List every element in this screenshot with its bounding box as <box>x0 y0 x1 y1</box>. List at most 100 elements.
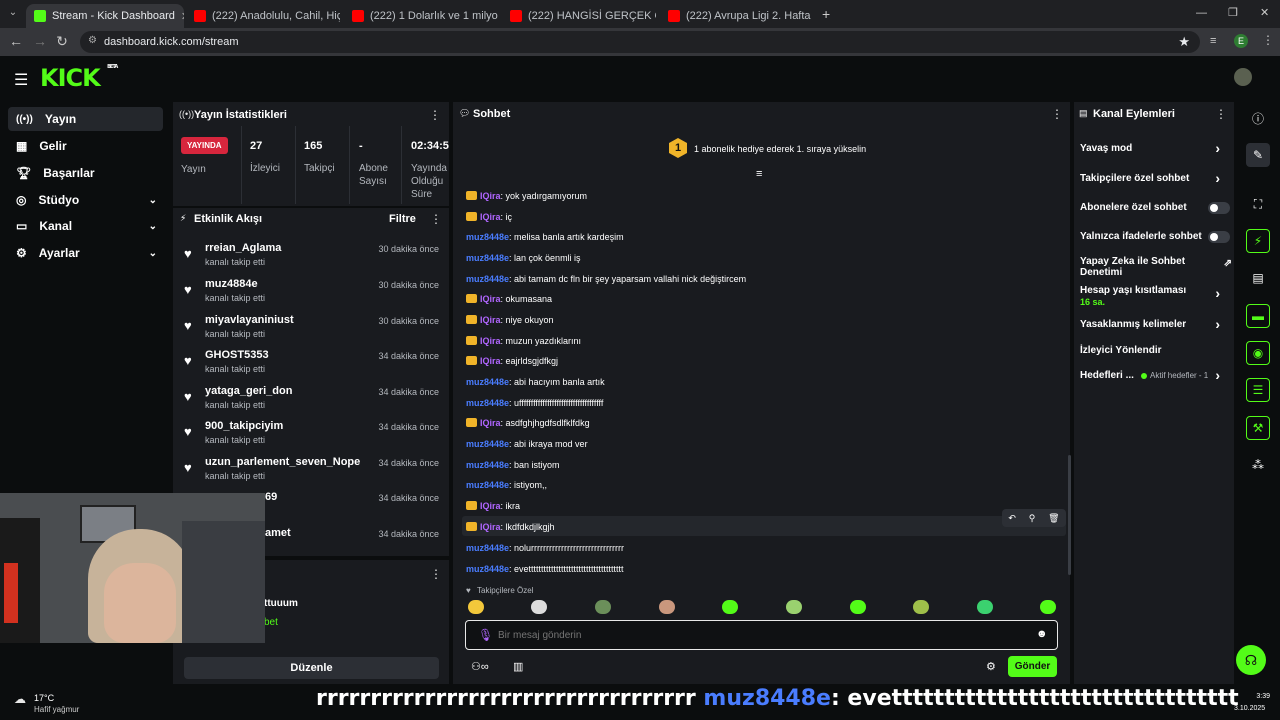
weather-temp[interactable]: 17°C <box>34 693 54 703</box>
chat-username[interactable]: muz8448e <box>466 543 509 553</box>
host-row[interactable]: İzleyici Yönlendir <box>1080 345 1230 356</box>
broadcast-icon[interactable]: ◉ <box>1246 341 1270 365</box>
more-options-icon[interactable]: ⋮ <box>429 108 441 122</box>
chat-username[interactable]: IQira <box>480 191 501 201</box>
activity-user[interactable]: yataga_geri_don <box>205 385 292 397</box>
browser-menu-icon[interactable]: ⋮ <box>1262 33 1274 47</box>
activity-user[interactable]: miyavlayaniniust <box>205 314 294 326</box>
emote-icon[interactable] <box>1040 600 1056 614</box>
activity-user[interactable]: GHOST5353 <box>205 349 269 361</box>
edit-icon[interactable]: ✎ <box>1246 143 1270 167</box>
emote-icon[interactable] <box>913 600 929 614</box>
subs-only-toggle[interactable] <box>1208 202 1230 214</box>
emote-icon[interactable] <box>468 600 484 614</box>
more-options-icon[interactable]: ⋮ <box>430 212 442 226</box>
more-options-icon[interactable]: ⋮ <box>1215 107 1227 121</box>
followers-only-row[interactable]: Takipçilere özel sohbet › <box>1080 170 1230 186</box>
chat-username[interactable]: IQira <box>480 294 501 304</box>
delete-icon[interactable]: 🗑︎ <box>1048 513 1059 524</box>
minimize-icon[interactable]: — <box>1196 7 1207 19</box>
chat-users-icon[interactable]: ⚇∞ <box>471 660 489 673</box>
chat-username[interactable]: IQira <box>480 522 501 532</box>
emoji-picker-icon[interactable]: ☻ <box>1036 628 1048 640</box>
chat-icon[interactable]: ▬ <box>1246 304 1270 328</box>
back-icon[interactable]: ← <box>4 33 28 49</box>
slow-mode-row[interactable]: Yavaş mod › <box>1080 140 1230 156</box>
activity-user[interactable]: 900_takipciyim <box>205 420 283 432</box>
chat-username[interactable]: muz8448e <box>466 564 509 574</box>
emote-icon[interactable] <box>850 600 866 614</box>
focus-icon[interactable]: ⛶ <box>1246 192 1270 216</box>
profile-avatar[interactable]: E <box>1234 34 1248 48</box>
pin-icon[interactable]: ⚲ <box>1029 513 1036 524</box>
chat-username[interactable]: muz8448e <box>466 480 509 490</box>
activity-user[interactable]: uzun_parlement_seven_Nope <box>205 456 360 468</box>
sidebar-item-studyo[interactable]: ◎ Stüdyo ⌄ <box>8 188 163 212</box>
bookmark-star-icon[interactable]: ★ <box>1178 34 1190 50</box>
maximize-icon[interactable]: ❐ <box>1228 6 1238 19</box>
filter-button[interactable]: Filtre <box>389 213 416 225</box>
sidebar-item-gelir[interactable]: ▦ Gelir <box>8 134 163 158</box>
notes-icon[interactable]: ▤ <box>1246 266 1270 290</box>
chat-username[interactable]: muz8448e <box>466 377 509 387</box>
info-icon[interactable]: ⓘ <box>1246 106 1270 130</box>
chat-input-box[interactable]: 🎙︎ ☻ <box>465 620 1058 650</box>
forward-icon[interactable]: → <box>28 33 52 49</box>
chat-username[interactable]: IQira <box>480 418 501 428</box>
reload-icon[interactable]: ↻ <box>50 33 74 50</box>
chat-username[interactable]: muz8448e <box>466 232 509 242</box>
widgets-icon[interactable]: ⁂ <box>1246 453 1270 477</box>
edit-layout-button[interactable]: Düzenle <box>184 657 439 679</box>
emote-icon[interactable] <box>786 600 802 614</box>
chat-username[interactable]: muz8448e <box>466 274 509 284</box>
user-avatar[interactable] <box>1234 68 1252 86</box>
chat-message-input[interactable] <box>498 626 1018 644</box>
pinned-collapse-icon[interactable]: ≡ <box>756 168 762 180</box>
chat-username[interactable]: muz8448e <box>466 460 509 470</box>
url-input[interactable]: ⚙ dashboard.kick.com/stream ★ <box>80 31 1200 53</box>
extensions-icon[interactable]: ≡ <box>1210 35 1216 47</box>
kick-logo[interactable]: KICK BETA <box>40 64 118 92</box>
emote-only-toggle[interactable] <box>1208 231 1230 243</box>
send-button[interactable]: Gönder <box>1008 656 1057 677</box>
chat-username[interactable]: muz8448e <box>466 253 509 263</box>
more-options-icon[interactable]: ⋮ <box>1051 107 1063 121</box>
activity-user[interactable]: rreian_Aglama <box>205 242 281 254</box>
emote-icon[interactable] <box>722 600 738 614</box>
activity-user[interactable]: 69 <box>265 491 277 503</box>
chat-username[interactable]: IQira <box>480 501 501 511</box>
account-age-row[interactable]: Hesap yaşı kısıtlaması 16 sa. › <box>1080 285 1230 307</box>
emote-icon[interactable] <box>531 600 547 614</box>
lightning-icon[interactable]: ⚡︎ <box>1246 229 1270 253</box>
new-tab-icon[interactable]: + <box>822 6 830 22</box>
browser-tab-youtube-4[interactable]: (222) Avrupa Ligi 2. Hafta | Ron ✕ <box>660 4 814 28</box>
chat-settings-icon[interactable]: ⚙ <box>986 660 996 673</box>
more-options-icon[interactable]: ⋮ <box>430 567 442 581</box>
gift-leaderboard-text[interactable]: 1 abonelik hediye ederek 1. sıraya yükse… <box>694 144 866 154</box>
hamburger-menu-icon[interactable]: ☰ <box>14 70 28 90</box>
emote-icon[interactable] <box>595 600 611 614</box>
chat-username[interactable]: muz8448e <box>466 439 509 449</box>
support-icon[interactable]: ☊ <box>1236 645 1266 675</box>
chat-username[interactable]: muz8448e <box>466 398 509 408</box>
ai-moderation-row[interactable]: Yapay Zeka ile Sohbet Denetimi ⇗ <box>1080 256 1232 278</box>
store-icon[interactable]: ▥ <box>513 660 523 673</box>
browser-tab-youtube-1[interactable]: (222) Anadolulu, Cahil, Hiçbir Ö ✕ <box>186 4 340 28</box>
activity-user[interactable]: amet <box>265 527 291 539</box>
sidebar-item-basarilar[interactable]: 🏆︎ Başarılar <box>8 161 163 185</box>
wrench-icon[interactable]: ⚒︎ <box>1246 416 1270 440</box>
close-tab-icon[interactable]: ✕ <box>181 10 184 23</box>
activity-user[interactable]: muz4884e <box>205 278 258 290</box>
chat-username[interactable]: IQira <box>480 212 501 222</box>
chat-username[interactable]: IQira <box>480 356 501 366</box>
emote-icon[interactable] <box>977 600 993 614</box>
tab-list-icon[interactable]: ⌄ <box>6 7 20 21</box>
browser-tab-youtube-2[interactable]: (222) 1 Dolarlık ve 1 milyon do ✕ <box>344 4 498 28</box>
banned-words-row[interactable]: Yasaklanmış kelimeler › <box>1080 316 1230 332</box>
goals-row[interactable]: Hedefleri ... Aktif hedefler - 1 › <box>1080 367 1230 383</box>
reply-icon[interactable]: ↶ <box>1008 513 1016 524</box>
chat-username[interactable]: IQira <box>480 336 501 346</box>
chat-scrollbar[interactable] <box>1068 455 1071 575</box>
stats-icon[interactable]: ☰ <box>1246 378 1270 402</box>
browser-tab-kick[interactable]: Stream - Kick Dashboard ✕ <box>26 4 184 28</box>
